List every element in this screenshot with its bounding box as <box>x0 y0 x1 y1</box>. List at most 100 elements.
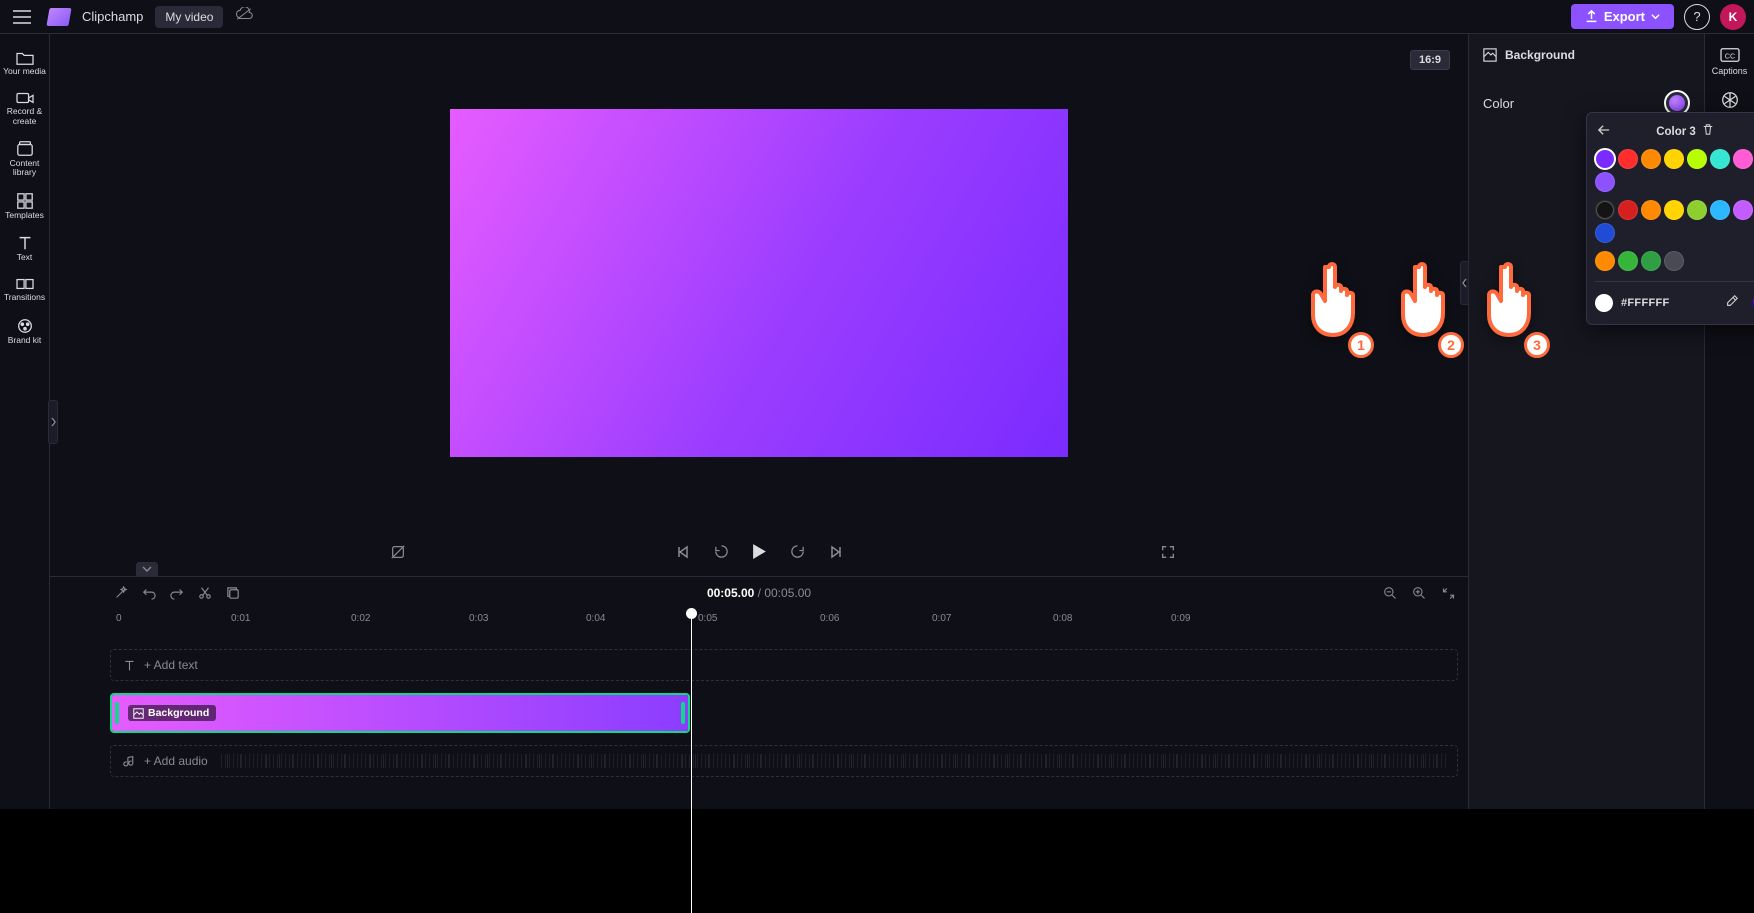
left-sidebar: Your media Record & create Content libra… <box>0 34 50 809</box>
magic-icon[interactable] <box>114 586 128 600</box>
sidebar-item-content-library[interactable]: Content library <box>3 136 47 182</box>
properties-panel: Background Color Color 3 <box>1468 34 1704 809</box>
ruler-tick: 0 <box>116 613 122 624</box>
main-content: 16:9 <box>50 34 1468 809</box>
sidebar-item-brand-kit[interactable]: Brand kit <box>3 313 47 349</box>
waveform-placeholder-icon <box>221 754 1447 768</box>
aspect-ratio-selector[interactable]: 16:9 <box>1410 50 1450 70</box>
sidebar-item-record-create[interactable]: Record & create <box>3 86 47 130</box>
skip-end-button[interactable] <box>828 544 844 565</box>
color-picker-delete-button[interactable] <box>1702 123 1714 141</box>
sidebar-label: Record & create <box>3 107 47 126</box>
zoom-out-button[interactable] <box>1383 586 1398 601</box>
sidebar-item-text[interactable]: Text <box>3 230 47 266</box>
timeline-toolbar: 00:05.00 / 00:05.00 <box>50 577 1468 609</box>
color-swatch[interactable] <box>1687 149 1707 169</box>
color-swatch[interactable] <box>1733 200 1753 220</box>
split-button[interactable] <box>198 586 212 600</box>
audio-track-placeholder[interactable]: + Add audio <box>110 745 1458 777</box>
forward-button[interactable] <box>789 543 806 565</box>
clipchamp-logo-icon <box>46 8 71 26</box>
sidebar-item-your-media[interactable]: Your media <box>3 46 47 80</box>
top-bar: Clipchamp My video Export ? K <box>0 0 1754 34</box>
ruler-tick: 0:05 <box>698 613 717 624</box>
color-swatch[interactable] <box>1618 200 1638 220</box>
brand-name: Clipchamp <box>82 9 143 24</box>
timeline-ruler[interactable]: 0 0:01 0:02 0:03 0:04 0:05 0:06 0:07 0:0… <box>110 609 1468 633</box>
color-swatch[interactable] <box>1664 251 1684 271</box>
color-swatch[interactable] <box>1641 200 1661 220</box>
tutorial-cursor-3: 3 <box>1476 257 1548 352</box>
project-name[interactable]: My video <box>155 6 223 28</box>
hex-preview-swatch <box>1595 294 1613 312</box>
color-swatch[interactable] <box>1618 251 1638 271</box>
sidebar-label: Content library <box>3 159 47 178</box>
color-picker-title: Color 3 <box>1656 126 1696 138</box>
text-track-placeholder[interactable]: + Add text <box>110 649 1458 681</box>
preview-canvas[interactable] <box>450 109 1068 457</box>
rewind-button[interactable] <box>713 543 730 565</box>
color-picker-popover: Color 3 #FFFFFF + <box>1586 112 1754 325</box>
timeline: 00:05.00 / 00:05.00 0 0:01 0:02 0:03 0:0… <box>50 576 1468 809</box>
color-swatch[interactable] <box>1595 172 1615 192</box>
color-swatch[interactable] <box>1641 149 1661 169</box>
total-time: 00:05.00 <box>764 586 811 600</box>
ruler-tick: 0:09 <box>1171 613 1190 624</box>
ruler-tick: 0:03 <box>469 613 488 624</box>
playback-bar <box>50 532 1468 576</box>
sidebar-label: Templates <box>5 211 44 220</box>
collapse-down-chip[interactable] <box>136 562 158 576</box>
menu-button[interactable] <box>8 3 36 31</box>
fit-timeline-button[interactable] <box>1441 586 1456 601</box>
color-swatch[interactable] <box>1595 149 1615 169</box>
color-swatch[interactable] <box>1641 251 1661 271</box>
clip-label: Background <box>128 705 216 721</box>
undo-button[interactable] <box>142 586 156 600</box>
hex-value-input[interactable]: #FFFFFF <box>1621 297 1670 309</box>
fullscreen-button[interactable] <box>1160 544 1176 565</box>
playhead[interactable] <box>691 609 692 913</box>
sidebar-label: Text <box>17 253 33 262</box>
sidebar-item-templates[interactable]: Templates <box>3 188 47 224</box>
color-swatch[interactable] <box>1618 149 1638 169</box>
ruler-tick: 0:06 <box>820 613 839 624</box>
crop-icon[interactable] <box>390 544 406 565</box>
zoom-in-button[interactable] <box>1412 586 1427 601</box>
skip-start-button[interactable] <box>675 544 691 565</box>
color-swatch[interactable] <box>1664 200 1684 220</box>
time-display: 00:05.00 / 00:05.00 <box>707 586 811 600</box>
timeline-clip-background[interactable]: Background <box>110 693 690 733</box>
redo-button[interactable] <box>170 586 184 600</box>
svg-text:CC: CC <box>1724 52 1734 61</box>
eyedropper-button[interactable] <box>1725 294 1739 313</box>
sidebar-item-adjust[interactable] <box>1708 90 1752 110</box>
user-avatar[interactable]: K <box>1720 4 1746 30</box>
preview-stage: 16:9 <box>50 34 1468 532</box>
color-swatch[interactable] <box>1687 200 1707 220</box>
ruler-tick: 0:07 <box>932 613 951 624</box>
help-button[interactable]: ? <box>1684 4 1710 30</box>
sidebar-item-transitions[interactable]: Transitions <box>3 272 47 306</box>
clip-resize-handle-left[interactable] <box>115 702 119 724</box>
hex-input-row: #FFFFFF + <box>1595 281 1754 314</box>
ruler-tick: 0:08 <box>1053 613 1072 624</box>
copy-button[interactable] <box>226 586 241 601</box>
color-swatch[interactable] <box>1710 149 1730 169</box>
add-audio-label: + Add audio <box>144 754 208 768</box>
sidebar-label: Captions <box>1712 66 1748 76</box>
play-button[interactable] <box>752 543 767 565</box>
color-swatch[interactable] <box>1664 149 1684 169</box>
ruler-tick: 0:01 <box>231 613 250 624</box>
export-button[interactable]: Export <box>1571 4 1674 29</box>
color-swatch[interactable] <box>1710 200 1730 220</box>
color-swatch[interactable] <box>1595 223 1615 243</box>
color-swatch[interactable] <box>1595 251 1615 271</box>
sidebar-item-captions[interactable]: CC Captions <box>1708 46 1752 76</box>
clip-resize-handle-right[interactable] <box>681 702 685 724</box>
color-swatch[interactable] <box>1733 149 1753 169</box>
color-swatch[interactable] <box>1595 200 1615 220</box>
tutorial-cursor-2: 2 <box>1390 257 1462 352</box>
current-time: 00:05.00 <box>707 586 754 600</box>
color-picker-back-button[interactable] <box>1597 123 1611 141</box>
sidebar-label: Transitions <box>4 293 45 302</box>
